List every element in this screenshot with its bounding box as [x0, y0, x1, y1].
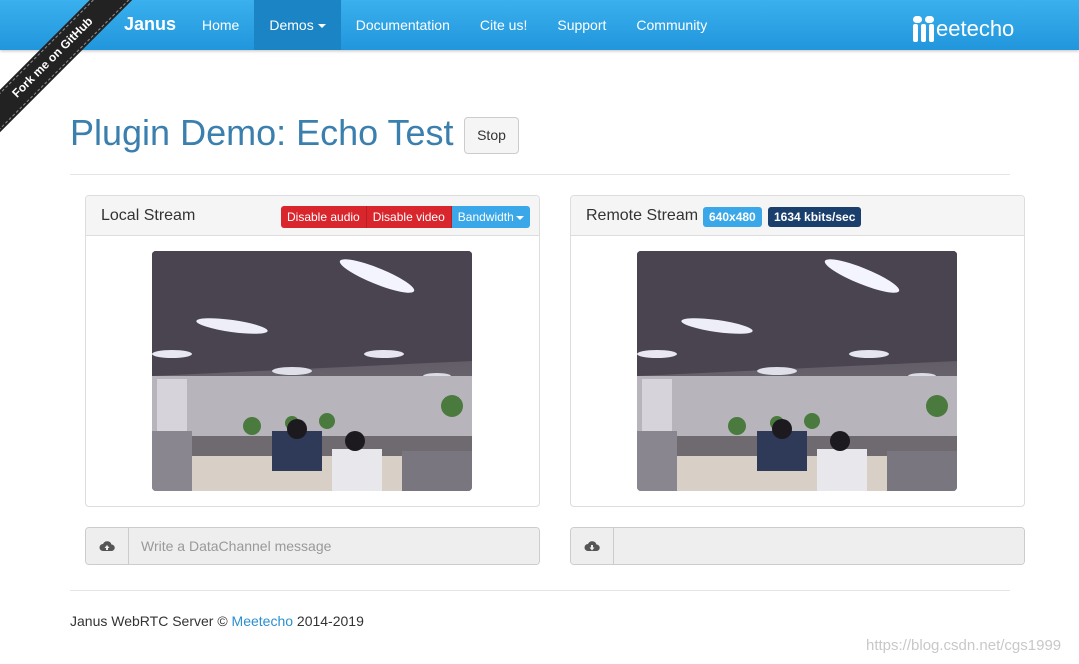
footer: Janus WebRTC Server © Meetecho 2014-2019 [70, 613, 364, 629]
nav-community-label: Community [636, 17, 708, 33]
fork-me-ribbon[interactable]: Fork me on GitHub [0, 0, 137, 142]
footer-suffix: 2014-2019 [293, 613, 364, 629]
nav-cite-us-label: Cite us! [479, 17, 528, 33]
remote-stream-panel: Remote Stream 640x480 1634 kbits/sec [570, 195, 1025, 507]
meetecho-footer-link[interactable]: Meetecho [232, 613, 293, 629]
local-controls: Disable audio Disable video Bandwidth [281, 206, 530, 228]
resolution-badge: 640x480 [703, 207, 762, 227]
cloud-download-icon [571, 528, 614, 564]
main-nav: Home Demos Documentation Cite us! Suppor… [187, 0, 722, 50]
nav-home-label: Home [202, 17, 240, 33]
datachannel-send-input[interactable]: Write a DataChannel message [129, 528, 539, 564]
datachannel-receive-group [570, 527, 1025, 565]
remote-panel-heading: Remote Stream 640x480 1634 kbits/sec [571, 196, 1024, 236]
local-stream-title: Local Stream [101, 207, 196, 224]
nav-home[interactable]: Home [187, 0, 254, 50]
cloud-upload-icon [86, 528, 129, 564]
nav-documentation-label: Documentation [355, 17, 450, 33]
local-panel-heading: Local Stream Disable audio Disable video… [86, 196, 539, 236]
nav-support[interactable]: Support [542, 0, 621, 50]
meetecho-logo-text: eetecho [936, 16, 1015, 41]
stop-button[interactable]: Stop [464, 117, 519, 154]
bandwidth-label: Bandwidth [457, 210, 514, 224]
nav-demos-dropdown[interactable]: Demos [254, 0, 341, 50]
github-ribbon-wrapper: Fork me on GitHub [0, 0, 150, 150]
datachannel-receive-field [614, 528, 1024, 564]
meetecho-logo[interactable]: eetecho [913, 10, 1014, 42]
nav-support-label: Support [557, 17, 607, 33]
bitrate-badge: 1634 kbits/sec [768, 207, 862, 227]
local-stream-panel: Local Stream Disable audio Disable video… [85, 195, 540, 507]
local-video [152, 251, 472, 491]
remote-stream-title: Remote Stream [586, 207, 699, 224]
top-navbar: Janus Home Demos Documentation Cite us! … [0, 0, 1079, 50]
nav-community[interactable]: Community [621, 0, 722, 50]
nav-demos-label: Demos [269, 17, 314, 33]
office-video-frame [152, 251, 472, 491]
bandwidth-dropdown[interactable]: Bandwidth [451, 206, 530, 228]
caret-down-icon [515, 215, 524, 220]
footer-divider [70, 590, 1010, 591]
nav-cite-us[interactable]: Cite us! [465, 0, 542, 50]
caret-down-icon [317, 24, 326, 29]
footer-prefix: Janus WebRTC Server © [70, 613, 232, 629]
header-divider [70, 174, 1010, 175]
disable-video-button[interactable]: Disable video [366, 206, 452, 228]
datachannel-send-group: Write a DataChannel message [85, 527, 540, 565]
remote-video [637, 251, 957, 491]
watermark: https://blog.csdn.net/cgs1999 [866, 637, 1062, 654]
nav-documentation[interactable]: Documentation [341, 0, 465, 50]
office-video-frame [637, 251, 957, 491]
meetecho-logo-icon [913, 16, 935, 42]
disable-audio-button[interactable]: Disable audio [281, 206, 367, 228]
